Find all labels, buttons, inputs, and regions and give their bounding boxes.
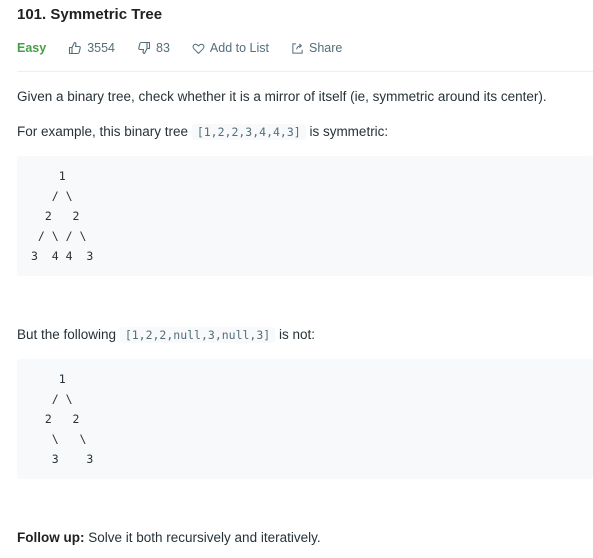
example-code: [1,2,2,3,4,4,3] (191, 124, 306, 140)
dislike-button[interactable]: 83 (137, 41, 170, 55)
example-text: For example, this binary tree [1,2,2,3,4… (17, 124, 389, 140)
share-icon (292, 42, 303, 54)
counter-example-text: But the following [1,2,2,null,3,null,3] … (17, 327, 315, 343)
problem-title: 101. Symmetric Tree (17, 6, 163, 23)
intro-text: Given a binary tree, check whether it is… (17, 89, 547, 104)
thumbs-up-icon (69, 41, 81, 55)
example-prefix: For example, this binary tree (17, 124, 192, 139)
counter-code: [1,2,2,null,3,null,3] (119, 327, 276, 343)
non-symmetric-tree-block: 1 / \ 2 2 \ \ 3 3 (17, 359, 593, 479)
followup-label: Follow up: (17, 530, 85, 545)
thumbs-down-icon (138, 41, 151, 55)
counter-prefix: But the following (17, 327, 120, 342)
share-button[interactable]: Share (291, 41, 342, 55)
add-to-list-button[interactable]: Add to List (192, 41, 269, 55)
symmetric-tree-diagram: 1 / \ 2 2 / \ / \ 3 4 4 3 (31, 169, 94, 263)
share-label: Share (309, 41, 343, 55)
counter-suffix: is not: (275, 327, 315, 342)
problem-meta-bar: Easy 3554 83 Add to List Share (17, 39, 364, 57)
example-suffix: is symmetric: (305, 124, 389, 139)
followup-body: Solve it both recursively and iterativel… (84, 530, 321, 545)
add-to-list-label: Add to List (209, 41, 269, 55)
heart-icon (192, 43, 205, 54)
like-button[interactable]: 3554 (68, 41, 115, 55)
header-divider (17, 71, 593, 72)
difficulty-badge: Easy (17, 41, 47, 55)
followup-text: Follow up: Solve it both recursively and… (17, 530, 321, 545)
dislike-count: 83 (156, 41, 170, 55)
non-symmetric-tree-diagram: 1 / \ 2 2 \ \ 3 3 (44, 372, 94, 466)
like-count: 3554 (87, 41, 116, 55)
symmetric-tree-block: 1 / \ 2 2 / \ / \ 3 4 4 3 (17, 156, 593, 276)
